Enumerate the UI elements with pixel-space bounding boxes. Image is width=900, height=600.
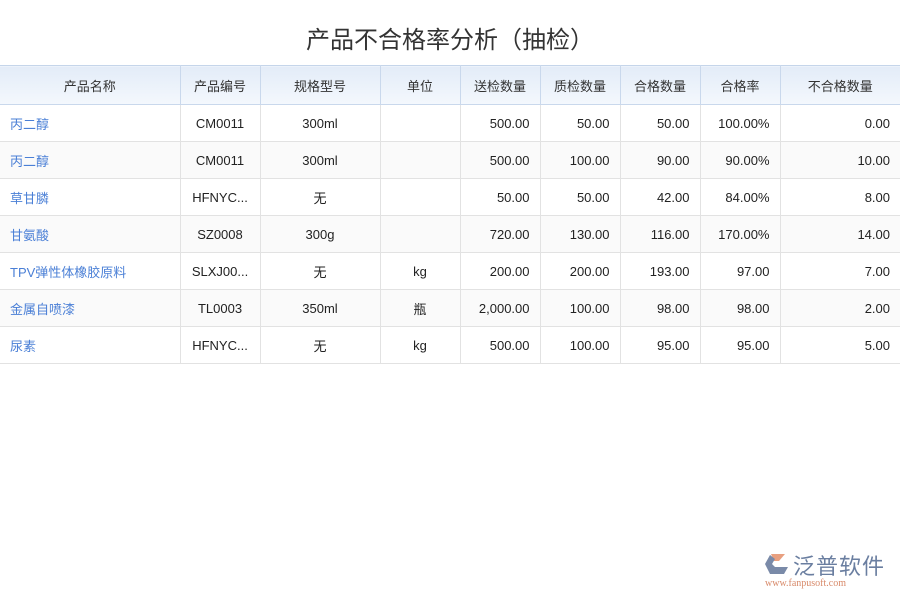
table-cell [380,105,460,142]
table-cell: 无 [260,327,380,364]
table-row: 丙二醇CM0011300ml500.0050.0050.00100.00%0.0… [0,105,900,142]
table-cell: 720.00 [460,216,540,253]
table-cell: kg [380,327,460,364]
table-row: 丙二醇CM0011300ml 500.00100.0090.0090.00%10.… [0,142,900,179]
table-cell: 500.00 [460,105,540,142]
table-cell: 50.00 [540,105,620,142]
table-cell: 300ml [260,142,380,179]
product-name-link[interactable]: 金属自喷漆 [0,290,180,327]
table-cell [380,142,460,179]
table-cell: 50.00 [540,179,620,216]
table-cell: 5.00 [780,327,900,364]
table-cell: 2,000.00 [460,290,540,327]
table-cell: HFNYC... [180,179,260,216]
table-cell: 200.00 [460,253,540,290]
table-cell: 8.00 [780,179,900,216]
table-header: 产品名称产品编号规格型号单位送检数量质检数量合格数量合格率不合格数量 [0,66,900,105]
table-cell: SLXJ00... [180,253,260,290]
table-cell: CM0011 [180,105,260,142]
column-header[interactable]: 质检数量 [540,66,620,105]
table-cell: 200.00 [540,253,620,290]
product-name-link[interactable]: 草甘膦 [0,179,180,216]
table-cell: 97.00 [700,253,780,290]
table-row: 尿素HFNYC...无kg500.00100.0095.0095.005.00 [0,327,900,364]
table-cell: 2.00 [780,290,900,327]
table-cell: 100.00% [700,105,780,142]
table-cell: 无 [260,179,380,216]
table-cell: 300g [260,216,380,253]
table-cell: 130.00 [540,216,620,253]
table-cell: 10.00 [780,142,900,179]
product-name-link[interactable]: 尿素 [0,327,180,364]
column-header[interactable]: 规格型号 [260,66,380,105]
table-cell: 300ml [260,105,380,142]
table-cell: TL0003 [180,290,260,327]
product-name-link[interactable]: TPV弹性体橡胶原料 [0,253,180,290]
column-header[interactable]: 合格数量 [620,66,700,105]
logo-brand: 泛普软件 [793,549,885,581]
table-cell: 90.00 [620,142,700,179]
table-cell: HFNYC... [180,327,260,364]
table-cell [380,179,460,216]
table-cell: 500.00 [460,142,540,179]
fanpusoft-logo: 泛普软件 www.fanpusoft.com [765,547,890,592]
column-header[interactable]: 不合格数量 [780,66,900,105]
table-cell: 100.00 [540,290,620,327]
table-cell: 42.00 [620,179,700,216]
table-cell: SZ0008 [180,216,260,253]
logo-mark-icon [765,553,789,575]
column-header[interactable]: 产品名称 [0,66,180,105]
table-cell: 98.00 [620,290,700,327]
table-cell: 7.00 [780,253,900,290]
table-cell: 500.00 [460,327,540,364]
product-name-link[interactable]: 甘氨酸 [0,216,180,253]
product-name-link[interactable]: 丙二醇 [0,142,180,179]
table-cell: 98.00 [700,290,780,327]
column-header[interactable]: 单位 [380,66,460,105]
product-name-link[interactable]: 丙二醇 [0,105,180,142]
table-cell [380,216,460,253]
table-row: TPV弹性体橡胶原料SLXJ00...无kg200.00200.00193.00… [0,253,900,290]
table-cell: 50.00 [620,105,700,142]
table-cell: 116.00 [620,216,700,253]
table-cell: kg [380,253,460,290]
table-cell: 95.00 [700,327,780,364]
table-row: 草甘膦HFNYC...无50.0050.0042.0084.00%8.00 [0,179,900,216]
logo-url: www.fanpusoft.com [765,578,846,589]
table-cell: 170.00% [700,216,780,253]
table-cell: 14.00 [780,216,900,253]
table-row: 甘氨酸SZ0008300g 720.00130.00116.00170.00%14… [0,216,900,253]
column-header[interactable]: 合格率 [700,66,780,105]
table-cell: 100.00 [540,142,620,179]
analysis-table: 产品名称产品编号规格型号单位送检数量质检数量合格数量合格率不合格数量 丙二醇CM… [0,65,900,364]
table-cell: 95.00 [620,327,700,364]
table-cell: 50.00 [460,179,540,216]
table-cell: 350ml [260,290,380,327]
column-header[interactable]: 产品编号 [180,66,260,105]
table-cell: 瓶 [380,290,460,327]
table-cell: CM0011 [180,142,260,179]
column-header[interactable]: 送检数量 [460,66,540,105]
table-cell: 84.00% [700,179,780,216]
table-row: 金属自喷漆TL0003350ml瓶2,000.00100.0098.0098.0… [0,290,900,327]
page-title: 产品不合格率分析（抽检） [0,20,900,55]
table-cell: 90.00% [700,142,780,179]
table-cell: 0.00 [780,105,900,142]
table-cell: 100.00 [540,327,620,364]
table-cell: 无 [260,253,380,290]
table-cell: 193.00 [620,253,700,290]
